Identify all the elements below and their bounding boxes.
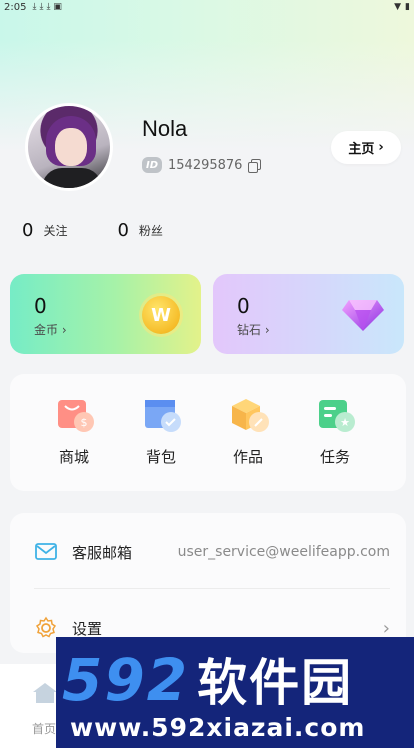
svg-text:$: $ [81,416,88,429]
tool-tasks[interactable]: ★ 任务 [305,396,365,467]
download-icon: ⤓ [46,2,51,12]
user-id-row: ID 154295876 [142,157,262,173]
backpack-icon [145,400,181,432]
chevron-right-icon: › [61,323,67,337]
mail-icon [34,540,58,564]
battery-icon: ▮ [405,2,410,12]
works-box-icon [232,399,269,432]
wifi-icon: ▼ [394,2,402,12]
notification-icons: ⤓ ⤓ ⤓ ▣ [32,2,61,12]
watermark-name: 软件园 [197,654,354,712]
user-id: 154295876 [168,157,243,173]
diamonds-label: 钻石 [237,323,262,337]
diamonds-label-row: 钻石 › [237,321,270,338]
watermark-url: www.592xiazai.com [70,713,366,742]
homepage-button[interactable]: 主页 › [331,131,401,164]
tool-label: 任务 [319,448,350,466]
diamond-icon [342,300,384,331]
menu-item-service-email[interactable]: 客服邮箱 user_service@weelifeapp.com [34,532,390,572]
app-notification-icon: ▣ [53,2,62,12]
tools-panel: $ 商城 背包 作品 ★ 任务 [10,374,406,491]
task-icon: ★ [319,400,355,432]
menu-item-label: 客服邮箱 [72,543,133,562]
tool-backpack[interactable]: 背包 [131,396,191,467]
menu-panel: 客服邮箱 user_service@weelifeapp.com 设置 › [10,513,406,653]
watermark-overlay: 592 软件园 www.592xiazai.com [56,637,414,748]
svg-text:★: ★ [340,416,350,429]
diamonds-value: 0 [237,294,250,318]
coins-label-row: 金币 › [34,321,67,338]
chevron-right-icon: › [378,140,384,155]
fans-count[interactable]: 0 [117,220,128,241]
follow-stats: 0 关注 0 粉丝 [22,220,163,241]
tool-label: 商城 [58,448,89,466]
divider [34,588,390,589]
homepage-button-label: 主页 [348,142,375,157]
menu-item-label: 设置 [72,619,103,638]
tool-works[interactable]: 作品 [218,396,278,467]
copy-icon[interactable] [248,158,262,173]
coins-label: 金币 [34,323,59,337]
status-time: 2:05 [4,1,27,13]
status-bar: 2:05 ⤓ ⤓ ⤓ ▣ ▼ ▮ [0,0,414,14]
nav-home-label[interactable]: 首页 [32,720,56,737]
gear-icon [34,616,58,640]
coin-icon: W [142,296,180,334]
coins-value: 0 [34,294,47,318]
chevron-right-icon: › [264,323,270,337]
home-icon[interactable] [32,682,58,704]
following-count[interactable]: 0 [22,220,33,241]
service-email-value: user_service@weelifeapp.com [177,544,390,560]
system-icons: ▼ ▮ [394,2,410,12]
id-badge-icon: ID [142,157,162,173]
shopping-bag-icon: $ [58,400,94,432]
chevron-right-icon: › [382,617,390,639]
tool-label: 背包 [145,448,176,466]
tool-label: 作品 [232,448,263,466]
download-icon: ⤓ [39,2,44,12]
watermark-number: 592 [62,646,190,714]
download-icon: ⤓ [32,2,37,12]
diamonds-card[interactable]: 0 钻石 › [213,274,404,354]
avatar[interactable] [25,103,113,191]
tool-shop[interactable]: $ 商城 [44,396,104,467]
coins-card[interactable]: 0 金币 › W [10,274,201,354]
following-label[interactable]: 关注 [43,222,67,239]
username: Nola [142,116,188,141]
fans-label[interactable]: 粉丝 [139,222,163,239]
